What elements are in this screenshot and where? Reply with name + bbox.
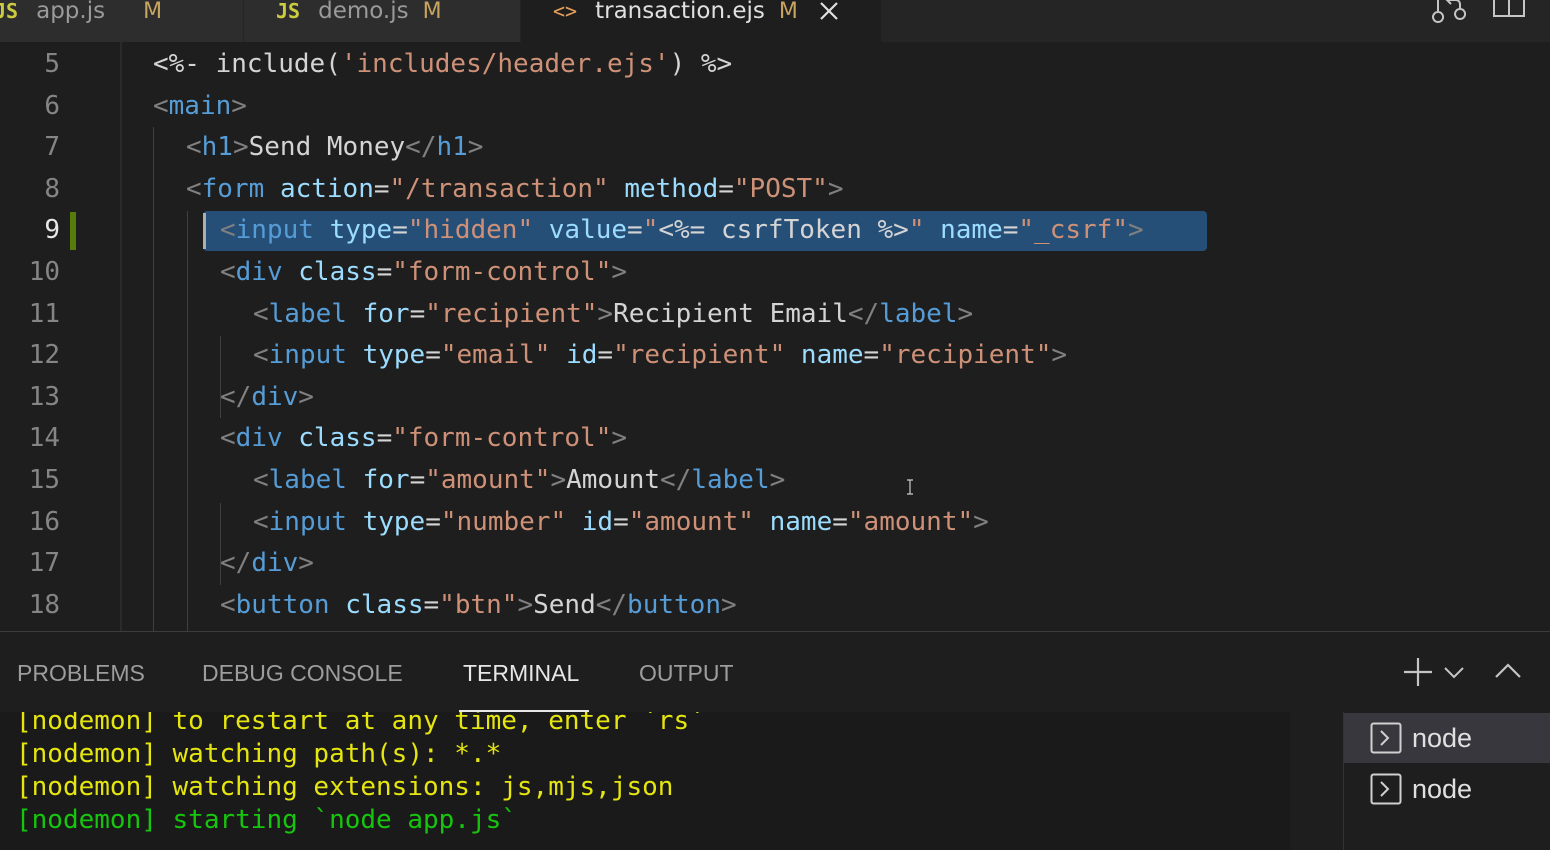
code-content[interactable]: <%- include('includes/header.ejs') %> <m… <box>153 42 1550 631</box>
tab-transaction-ejs[interactable]: <> transaction.ejs M <box>521 0 881 42</box>
line-number: 11 <box>28 298 60 329</box>
bottom-panel: PROBLEMS DEBUG CONSOLE TERMINAL OUTPUT [… <box>0 631 1550 850</box>
line-number-gutter: 5 6 7 8 9 10 11 12 13 14 15 16 17 18 <box>0 42 122 631</box>
line-number: 8 <box>44 173 60 204</box>
code-line-11: <label for="recipient">Recipient Email</… <box>253 298 974 329</box>
close-icon[interactable] <box>818 0 840 22</box>
modified-indicator: M <box>143 0 163 24</box>
line-number: 6 <box>44 90 60 121</box>
terminal-output[interactable]: [nodemon] to restart at any time, enter … <box>0 712 1290 850</box>
terminal-instance-label: node <box>1412 722 1473 753</box>
line-number: 12 <box>28 340 60 371</box>
line-number: 14 <box>28 423 60 454</box>
terminal-line: [nodemon] to restart at any time, enter … <box>16 712 705 736</box>
code-line-10: <div class="form-control"> <box>220 257 628 287</box>
line-number: 17 <box>28 548 60 579</box>
git-modified-marker <box>70 212 76 250</box>
tab-output[interactable]: OUTPUT <box>639 660 734 687</box>
open-changes-icon[interactable] <box>1432 0 1466 24</box>
terminal-icon <box>1370 722 1402 754</box>
tab-label: app.js <box>36 0 106 24</box>
line-number: 7 <box>44 132 60 163</box>
code-line-13: </div> <box>220 381 314 412</box>
modified-indicator: M <box>422 0 442 24</box>
tab-label: demo.js <box>318 0 409 24</box>
terminal-instance-node[interactable]: node <box>1344 713 1550 763</box>
terminal-line: [nodemon] watching path(s): *.* <box>16 739 502 769</box>
mouse-ibeam-cursor-icon <box>907 479 913 495</box>
javascript-file-icon: JS <box>0 0 19 23</box>
terminal-instances-list: node node <box>1343 712 1550 850</box>
html-file-icon: <> <box>553 0 578 23</box>
code-line-16: <input type="number" id="amount" name="a… <box>253 506 989 537</box>
code-line-12: <input type="email" id="recipient" name=… <box>253 340 1068 371</box>
code-line-9: <input type="hidden" value="<%= csrfToke… <box>220 215 1144 246</box>
code-line-18: <button class="btn">Send</button> <box>220 589 737 620</box>
code-line-6: <main> <box>153 90 247 121</box>
tab-label: transaction.ejs <box>595 0 765 24</box>
tab-debug-console[interactable]: DEBUG CONSOLE <box>202 660 403 687</box>
code-line-7: <h1>Send Money</h1> <box>186 132 484 163</box>
code-line-14: <div class="form-control"> <box>220 423 628 454</box>
code-line-17: </div> <box>220 548 314 579</box>
line-number: 18 <box>28 589 60 620</box>
editor-tab-bar: JS app.js M JS demo.js M <> transaction.… <box>0 0 1550 42</box>
code-line-15: <label for="amount">Amount</label> <box>253 465 786 495</box>
javascript-file-icon: JS <box>276 0 301 23</box>
tab-problems[interactable]: PROBLEMS <box>17 660 145 687</box>
maximize-panel-chevron-up-icon[interactable] <box>1494 662 1522 680</box>
new-terminal-plus-icon[interactable] <box>1402 656 1434 688</box>
line-number-active: 9 <box>44 215 60 246</box>
tab-demo-js[interactable]: JS demo.js M <box>244 0 520 42</box>
code-editor[interactable]: 5 6 7 8 9 10 11 12 13 14 15 16 17 18 <%-… <box>0 42 1550 631</box>
terminal-instance-label: node <box>1412 773 1473 804</box>
line-number: 13 <box>28 381 60 412</box>
chevron-down-icon[interactable] <box>1443 666 1465 680</box>
line-number: 5 <box>44 49 60 79</box>
tab-app-js[interactable]: JS app.js M <box>0 0 243 42</box>
line-number: 15 <box>28 465 60 495</box>
terminal-line: [nodemon] starting `node app.js` <box>16 805 517 835</box>
vscode-window: JS app.js M JS demo.js M <> transaction.… <box>0 0 1550 850</box>
line-number: 16 <box>28 506 60 537</box>
split-editor-icon[interactable] <box>1492 0 1526 24</box>
modified-indicator: M <box>778 0 798 24</box>
tab-terminal[interactable]: TERMINAL <box>463 660 579 687</box>
line-number: 10 <box>28 257 60 287</box>
code-line-5: <%- include('includes/header.ejs') %> <box>153 49 733 79</box>
terminal-instance-node[interactable]: node <box>1344 764 1550 814</box>
code-line-8: <form action="/transaction" method="POST… <box>186 173 844 204</box>
terminal-line: [nodemon] watching extensions: js,mjs,js… <box>16 772 674 802</box>
terminal-icon <box>1370 773 1402 805</box>
